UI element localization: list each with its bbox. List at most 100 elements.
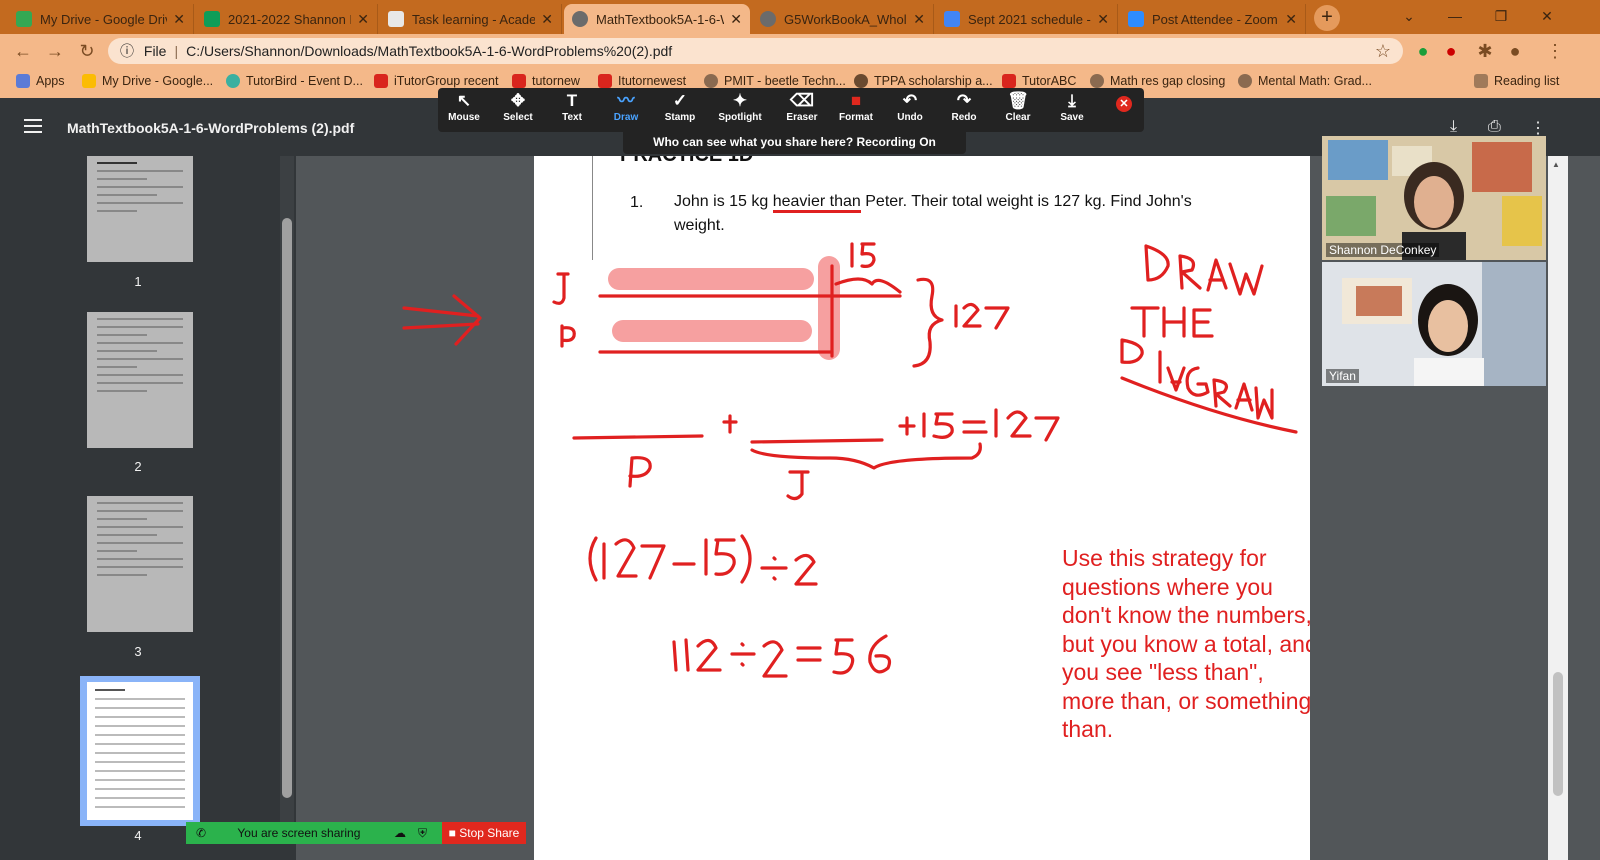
page-scrollbar[interactable]: ▲ xyxy=(1548,156,1568,860)
bookmark-tutorabc[interactable]: TutorABC xyxy=(1002,74,1076,88)
close-icon[interactable]: ✕ xyxy=(173,11,185,28)
recording-notice[interactable]: Who can see what you share here? Recordi… xyxy=(623,132,966,154)
bookmark-label: TPPA scholarship a... xyxy=(874,74,993,88)
globe-icon xyxy=(704,74,718,88)
spotlight-tool[interactable]: ✦ Spotlight xyxy=(714,90,766,123)
tppa-icon xyxy=(854,74,868,88)
bookmark-pmit[interactable]: PMIT - beetle Techn... xyxy=(704,74,846,88)
close-icon[interactable]: ✕ xyxy=(1285,11,1297,28)
extension-icon[interactable]: ● xyxy=(1412,40,1434,62)
bookmark-label: Math res gap closing xyxy=(1110,74,1226,88)
url-field[interactable]: ⓘ File | C:/Users/Shannon/Downloads/MathTe… xyxy=(108,38,1403,64)
page-number-1: 1 xyxy=(134,274,142,289)
close-annotation-icon[interactable]: ✕ xyxy=(1116,96,1132,112)
bookmark-math-res[interactable]: Math res gap closing xyxy=(1090,74,1225,88)
select-tool[interactable]: ✥ Select xyxy=(492,90,544,123)
stop-share-label: Stop Share xyxy=(459,826,520,840)
tab-task-learning[interactable]: Task learning - Academ ✕ xyxy=(380,4,562,34)
bookmark-drive[interactable]: My Drive - Google... xyxy=(82,74,213,88)
bookmark-apps[interactable]: Apps xyxy=(16,74,65,88)
redo-icon: ↷ xyxy=(956,91,972,110)
minimize-icon[interactable]: — xyxy=(1432,0,1478,32)
page-thumbnail-2[interactable] xyxy=(87,312,193,448)
color-swatch-icon: ■ xyxy=(850,91,862,110)
page-thumbnail-1[interactable] xyxy=(87,156,193,262)
bookmark-itutornewest[interactable]: Itutornewest xyxy=(598,74,686,88)
tab-my-drive[interactable]: My Drive - Google Drive ✕ xyxy=(8,4,194,34)
print-icon[interactable]: ⎙ xyxy=(1488,118,1501,136)
close-window-icon[interactable]: ✕ xyxy=(1524,0,1570,32)
redo-tool[interactable]: ↷ Redo xyxy=(938,90,990,123)
new-tab-button[interactable]: + xyxy=(1314,5,1340,31)
profile-avatar[interactable]: ● xyxy=(1504,40,1526,62)
bookmark-star-icon[interactable]: ☆ xyxy=(1372,40,1394,62)
ublock-icon[interactable]: ● xyxy=(1440,40,1462,62)
video-tile-shannon[interactable]: Shannon DeConkey xyxy=(1322,136,1546,260)
close-icon[interactable]: ✕ xyxy=(730,11,742,28)
tool-label: Draw xyxy=(613,112,639,123)
move-icon: ✥ xyxy=(510,91,526,110)
tab-schedule[interactable]: Sept 2021 schedule - G ✕ xyxy=(936,4,1118,34)
clear-tool[interactable]: 🗑 Clear xyxy=(992,90,1044,123)
tab-math-textbook[interactable]: MathTextbook5A-1-6-W ✕ xyxy=(564,4,750,34)
text-tool[interactable]: T Text xyxy=(546,90,598,123)
apps-icon xyxy=(16,74,30,88)
stop-icon: ■ xyxy=(448,826,460,840)
back-icon[interactable]: ← xyxy=(12,40,34,62)
download-icon[interactable]: ⤓ xyxy=(1450,118,1457,136)
bookmark-label: Reading list xyxy=(1494,74,1560,88)
page-thumbnail-4[interactable] xyxy=(87,682,193,820)
tool-label: Redo xyxy=(951,112,977,123)
page-icon xyxy=(388,11,404,27)
more-options-icon[interactable]: ⋮ xyxy=(1530,118,1546,138)
bookmark-tppa[interactable]: TPPA scholarship a... xyxy=(854,74,993,88)
reading-list[interactable]: Reading list xyxy=(1474,74,1559,88)
undo-tool[interactable]: ↶ Undo xyxy=(884,90,936,123)
close-icon[interactable]: ✕ xyxy=(357,11,369,28)
sidebar-scrollbar[interactable] xyxy=(280,156,294,836)
tool-label: Save xyxy=(1060,112,1084,123)
tab-search-icon[interactable]: ⌄ xyxy=(1386,0,1432,32)
info-icon[interactable]: ⓘ xyxy=(120,43,134,59)
zoom-annotation-toolbar: ↖ Mouse ✥ Select T Text 〰 Draw ✓ Stamp ✦ Spotl… xyxy=(438,88,1144,132)
close-icon[interactable]: ✕ xyxy=(541,11,553,28)
stop-share-button[interactable]: ■ Stop Share xyxy=(442,822,526,844)
reload-icon[interactable]: ↻ xyxy=(76,40,98,62)
participant-name: Shannon DeConkey xyxy=(1326,243,1440,257)
bookmark-tutornew[interactable]: tutornew xyxy=(512,74,580,88)
itutor-icon xyxy=(512,74,526,88)
tool-label: Text xyxy=(562,112,582,123)
url-text: C:/Users/Shannon/Downloads/MathTextbook5… xyxy=(186,43,673,59)
draw-tool[interactable]: 〰 Draw xyxy=(600,90,652,123)
restore-icon[interactable]: ❐ xyxy=(1478,0,1524,32)
tab-shannon-sheet[interactable]: 2021-2022 Shannon De ✕ xyxy=(196,4,378,34)
tab-zoom[interactable]: Post Attendee - Zoom ✕ xyxy=(1120,4,1306,34)
tab-workbook[interactable]: G5WorkBookA_WholeN ✕ xyxy=(752,4,934,34)
eraser-tool[interactable]: ⌫ Eraser xyxy=(776,90,828,123)
bookmark-mental-math[interactable]: Mental Math: Grad... xyxy=(1238,74,1372,88)
drive-icon xyxy=(82,74,96,88)
bookmark-itutorgroup[interactable]: iTutorGroup recent xyxy=(374,74,498,88)
tab-title: Task learning - Academ xyxy=(412,11,536,27)
puzzle-icon[interactable]: ✱ xyxy=(1474,40,1496,62)
close-icon[interactable]: ✕ xyxy=(1097,11,1109,28)
close-icon[interactable]: ✕ xyxy=(913,11,925,28)
forward-icon[interactable]: → xyxy=(44,40,66,62)
sidebar-scroll-thumb[interactable] xyxy=(282,218,292,798)
strategy-note: Use this strategy for questions where yo… xyxy=(1062,545,1310,742)
mouse-tool[interactable]: ↖ Mouse xyxy=(438,90,490,123)
screen-sharing-bar[interactable]: ✆ You are screen sharing ☁ ⛨ xyxy=(186,822,442,844)
save-tool[interactable]: ⤓ Save xyxy=(1046,90,1098,123)
pdf-page: PRACTICE 1D 1. John is 15 kg heavier tha… xyxy=(534,156,1310,860)
format-tool[interactable]: ■ Format xyxy=(830,90,882,123)
bookmark-tutorbird[interactable]: TutorBird - Event D... xyxy=(226,74,363,88)
hamburger-menu-icon[interactable] xyxy=(24,119,42,137)
bookmark-label: iTutorGroup recent xyxy=(394,74,499,88)
page-thumbnail-3[interactable] xyxy=(87,496,193,632)
menu-icon[interactable]: ⋮ xyxy=(1544,40,1566,62)
page-scroll-thumb[interactable] xyxy=(1553,672,1563,796)
video-tile-yifan[interactable]: Yifan xyxy=(1322,262,1546,386)
bookmark-label: tutornew xyxy=(532,74,580,88)
stamp-tool[interactable]: ✓ Stamp xyxy=(654,90,706,123)
scroll-up-icon[interactable]: ▲ xyxy=(1552,160,1560,169)
